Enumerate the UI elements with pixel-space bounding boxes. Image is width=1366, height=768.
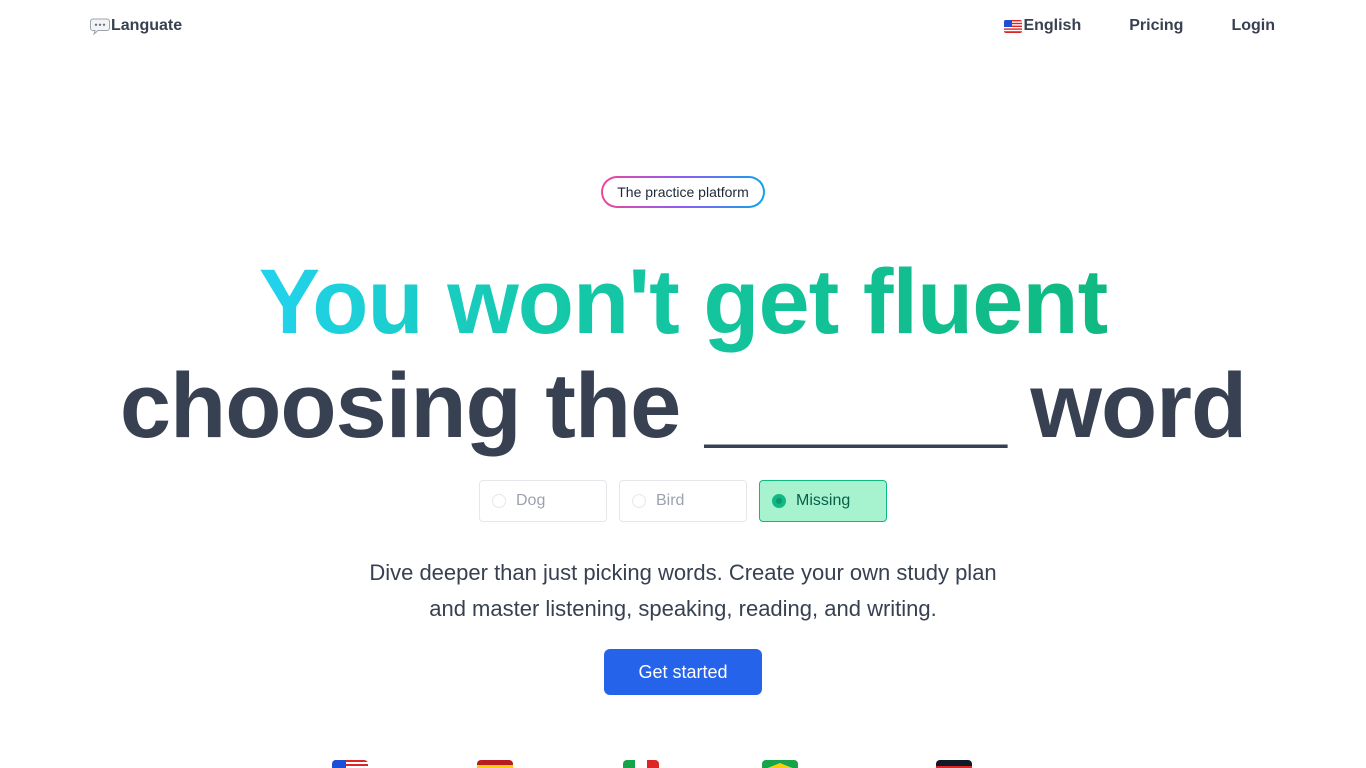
spain-flag-icon[interactable] [477,760,513,768]
headline-gradient-text: You won't get fluent [258,251,1108,353]
top-nav: English Pricing Login [1004,17,1275,35]
choice-label: Dog [516,492,546,509]
headline-line-2: choosing the ______ word [119,355,1247,457]
germany-flag-icon[interactable] [936,760,972,768]
get-started-button[interactable]: Get started [604,649,762,695]
platform-badge: The practice platform [601,176,765,208]
choice-label: Missing [796,492,851,509]
us-flag-icon [1004,19,1023,33]
logo-link[interactable]: Languate [90,17,182,35]
choice-dog[interactable]: Dog [479,480,607,522]
choice-bird[interactable]: Bird [619,480,747,522]
badge-text: The practice platform [603,178,763,206]
hero-description: Dive deeper than just picking words. Cre… [0,555,1366,627]
language-flags-row [0,760,1366,768]
site-header: Languate English Pricing Login [0,0,1366,56]
language-label: English [1023,17,1082,34]
brazil-flag-icon[interactable] [762,760,798,768]
logo-text: Languate [111,17,183,34]
headline-line-1: You won't get fluent [0,248,1366,356]
description-line-2: and master listening, speaking, reading,… [429,596,937,621]
login-link[interactable]: Login [1231,17,1275,35]
landing-page: Languate English Pricing Login The pract… [0,0,1366,768]
italy-flag-icon[interactable] [623,760,659,768]
radio-icon [492,494,506,508]
description-line-1: Dive deeper than just picking words. Cre… [369,560,997,585]
choice-missing[interactable]: Missing [759,480,887,522]
pricing-link[interactable]: Pricing [1129,17,1183,35]
choice-label: Bird [656,492,685,509]
answer-choices: Dog Bird Missing [479,480,887,522]
radio-checked-icon [772,494,786,508]
us-flag-icon[interactable] [332,760,368,768]
language-selector[interactable]: English [1004,17,1081,35]
speech-bubble-icon [90,18,110,35]
radio-icon [632,494,646,508]
